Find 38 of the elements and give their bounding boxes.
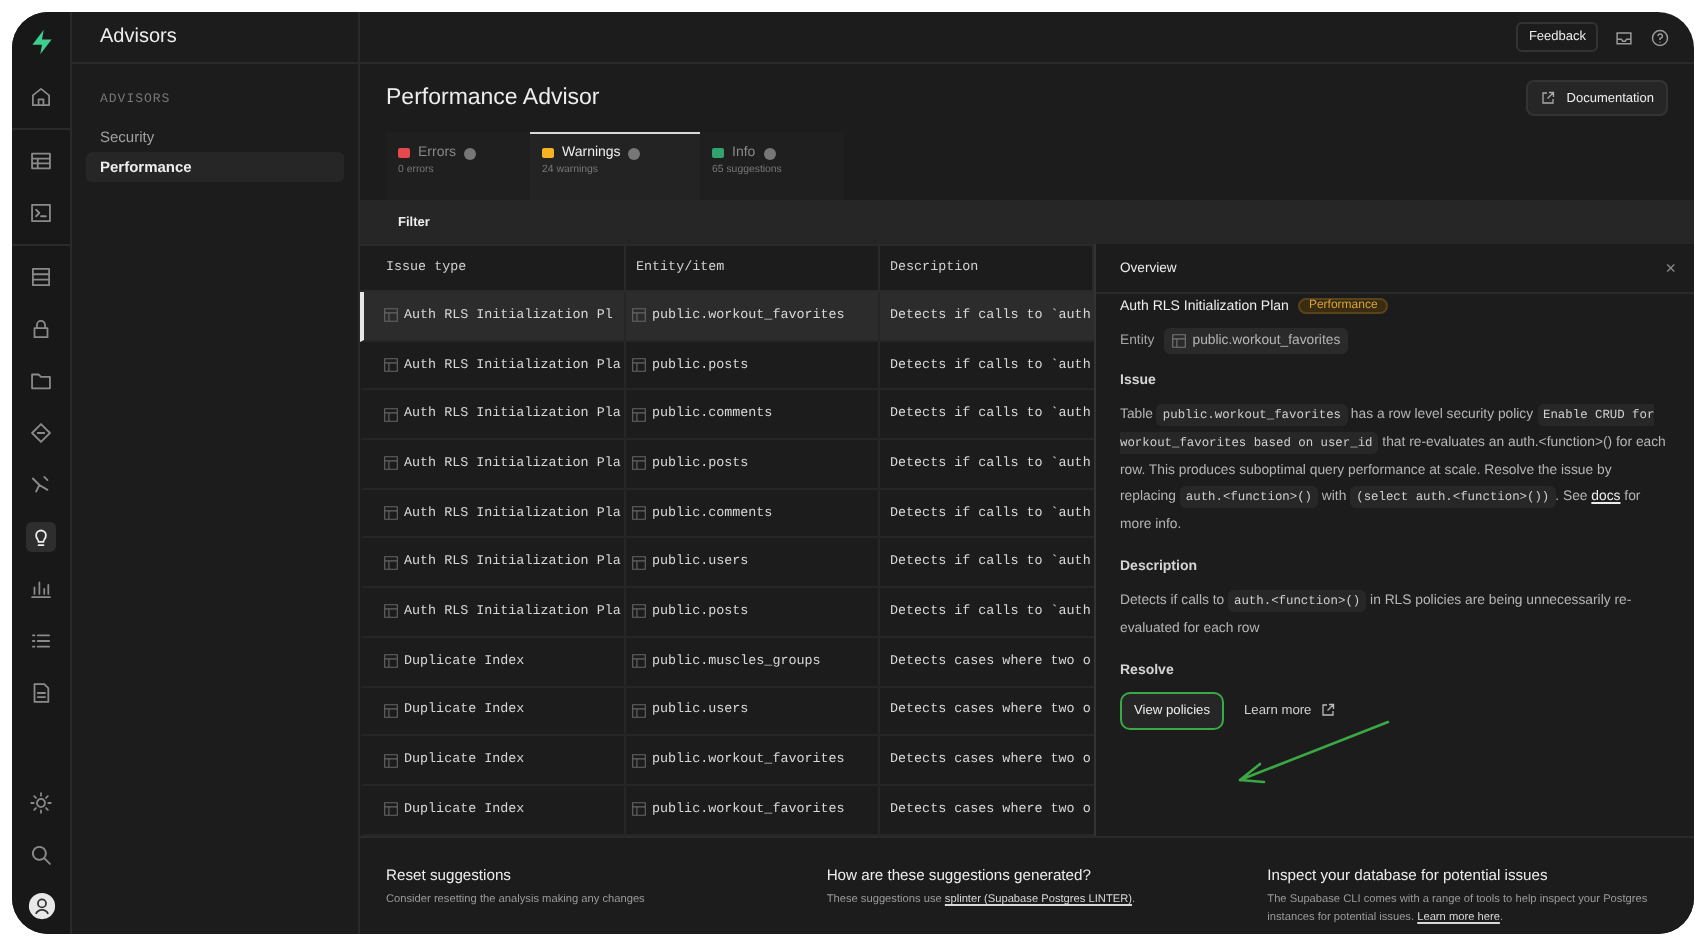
table-icon (632, 753, 646, 768)
terminal-icon[interactable] (26, 198, 56, 228)
table-icon (384, 456, 398, 471)
help-icon[interactable] (1650, 27, 1670, 47)
table-icon (632, 407, 646, 422)
diamond-icon[interactable] (26, 418, 56, 448)
table-icon (384, 802, 398, 817)
close-button[interactable]: × (1665, 258, 1676, 278)
table-icon (1172, 334, 1187, 348)
table-icon (632, 604, 646, 619)
lightbulb-icon[interactable] (26, 522, 56, 552)
table-icon (384, 308, 398, 323)
table-icon (384, 555, 398, 570)
inbox-icon[interactable] (1614, 27, 1634, 47)
table-icon (384, 407, 398, 422)
table-icon (384, 753, 398, 768)
table-icon (384, 604, 398, 619)
table-icon (632, 703, 646, 718)
page-title: Performance Advisor (386, 86, 600, 110)
search-icon[interactable] (26, 840, 56, 870)
table-icon (632, 308, 646, 323)
table-icon (632, 358, 646, 373)
section-title: Advisors (100, 26, 177, 48)
logo-icon[interactable] (27, 28, 55, 56)
table-icon (384, 703, 398, 718)
table-icon (632, 456, 646, 471)
table-icon (384, 506, 398, 521)
external-link-icon (1319, 702, 1336, 719)
table-icon (632, 654, 646, 669)
home-icon[interactable] (26, 82, 56, 112)
table-icon (632, 555, 646, 570)
table-icon (632, 506, 646, 521)
table-icon (632, 802, 646, 817)
table-icon (384, 654, 398, 669)
external-link-icon (1540, 90, 1557, 106)
table-icon (384, 358, 398, 373)
avatar-icon[interactable] (27, 892, 55, 920)
database-icon[interactable] (26, 262, 56, 292)
